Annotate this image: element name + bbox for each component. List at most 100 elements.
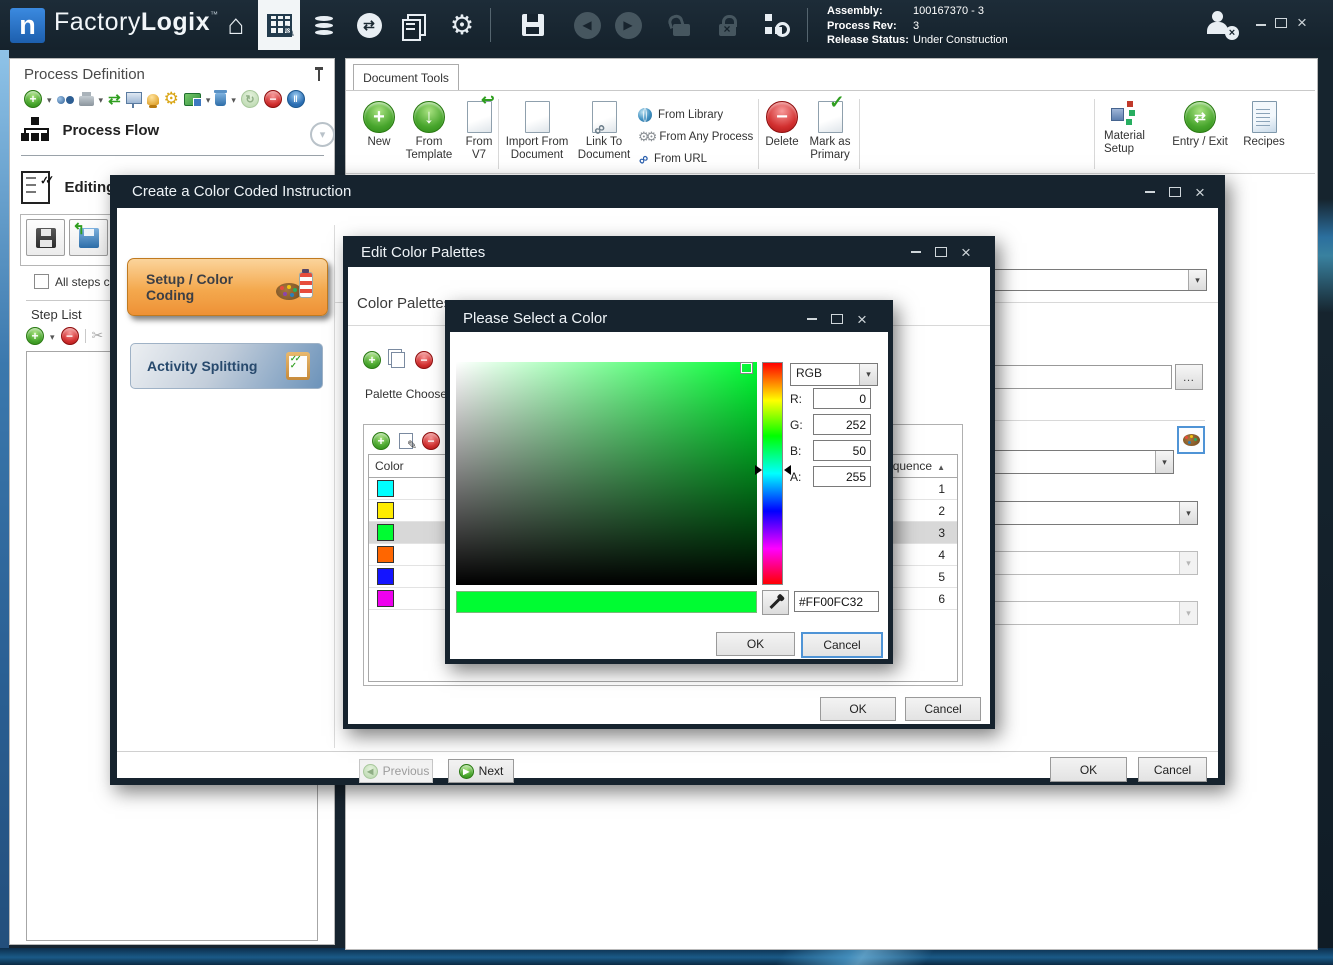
home-button[interactable] xyxy=(215,0,257,50)
ok-button[interactable]: OK xyxy=(1050,757,1127,782)
assembly-value: 100167370 - 3 xyxy=(913,4,1008,19)
circle-down-icon xyxy=(310,122,335,147)
presentation-icon[interactable] xyxy=(126,92,142,104)
reports-button[interactable] xyxy=(395,0,437,50)
pause-icon[interactable] xyxy=(287,90,305,108)
maximize-button[interactable] xyxy=(1166,184,1184,200)
copy-palette-button[interactable] xyxy=(391,352,405,368)
remove-color-button[interactable] xyxy=(422,432,440,450)
chevron-down-icon[interactable] xyxy=(231,90,236,108)
ok-button[interactable]: OK xyxy=(716,632,795,656)
unlock-button[interactable] xyxy=(660,0,702,50)
color-mode-combobox[interactable]: RGB xyxy=(790,363,878,386)
save-publish-button[interactable] xyxy=(69,219,108,256)
button-label: OK xyxy=(1080,763,1097,777)
save-step-button[interactable] xyxy=(26,219,65,256)
next-button[interactable]: ▶ Next xyxy=(448,759,514,783)
b-input[interactable] xyxy=(813,440,871,461)
eyedropper-button[interactable] xyxy=(762,590,789,615)
maximize-button[interactable] xyxy=(932,244,950,260)
forward-button[interactable] xyxy=(607,0,649,50)
sequence-value: 4 xyxy=(938,548,957,562)
chevron-down-icon xyxy=(1155,451,1173,473)
from-library-button[interactable]: From Library xyxy=(638,104,753,126)
close-button[interactable] xyxy=(853,311,871,327)
close-button[interactable] xyxy=(1191,184,1209,200)
data-import-button[interactable] xyxy=(303,0,345,50)
step-activity-splitting-button[interactable]: Activity Splitting xyxy=(130,343,323,389)
edit-palettes-button[interactable] xyxy=(1177,426,1205,454)
lock-button[interactable] xyxy=(706,0,748,50)
save-button[interactable] xyxy=(512,0,554,50)
reorder-icon[interactable] xyxy=(108,90,121,109)
ok-button[interactable]: OK xyxy=(820,697,896,721)
process-flow-section[interactable]: Process Flow xyxy=(21,117,159,144)
trash-icon[interactable] xyxy=(215,93,226,106)
settings-button[interactable] xyxy=(441,0,483,50)
alert-bell-icon[interactable] xyxy=(147,94,159,105)
minimize-button[interactable] xyxy=(1252,17,1270,33)
maximize-button[interactable] xyxy=(1272,15,1290,31)
edit-color-button[interactable] xyxy=(399,433,413,449)
editing-section[interactable]: Editing - xyxy=(21,171,124,204)
add-step-button[interactable] xyxy=(26,327,44,345)
browse-button[interactable]: … xyxy=(1175,364,1203,390)
chevron-down-icon[interactable] xyxy=(206,90,211,108)
minimize-button[interactable] xyxy=(803,311,821,327)
from-url-button[interactable]: From URL xyxy=(638,148,753,170)
hex-input[interactable] xyxy=(794,591,879,612)
pin-button[interactable] xyxy=(314,67,324,83)
chevron-down-icon[interactable] xyxy=(47,90,52,108)
from-v7-button[interactable]: From V7 xyxy=(459,101,499,171)
tab-document-tools[interactable]: Document Tools xyxy=(353,64,459,91)
chevron-down-icon[interactable] xyxy=(99,90,104,108)
material-setup-button[interactable]: Material Setup xyxy=(1104,101,1162,171)
import-from-document-button[interactable]: Import From Document xyxy=(503,101,571,171)
a-input[interactable] xyxy=(813,466,871,487)
link-to-document-button[interactable]: Link To Document xyxy=(573,101,635,171)
color-column-header[interactable]: Color xyxy=(375,459,404,473)
g-input[interactable] xyxy=(813,414,871,435)
saturation-value-area[interactable] xyxy=(456,362,757,585)
process-documents-button[interactable] xyxy=(258,0,300,50)
minimize-button[interactable] xyxy=(1141,184,1159,200)
mark-as-primary-button[interactable]: Mark as Primary xyxy=(804,101,856,171)
from-any-process-button[interactable]: From Any Process xyxy=(638,126,753,148)
cancel-button[interactable]: Cancel xyxy=(1138,757,1207,782)
find-icon[interactable] xyxy=(57,95,74,104)
hue-slider[interactable] xyxy=(762,362,783,585)
recipes-button[interactable]: Recipes xyxy=(1239,101,1289,171)
audit-trail-button[interactable] xyxy=(756,0,798,50)
maximize-button[interactable] xyxy=(828,311,846,327)
add-color-button[interactable] xyxy=(372,432,390,450)
media-icon[interactable] xyxy=(184,93,201,106)
checklist-icon xyxy=(21,171,50,204)
add-palette-button[interactable] xyxy=(363,351,381,369)
print-icon[interactable] xyxy=(79,96,94,106)
chevron-down-icon[interactable] xyxy=(50,327,55,345)
entry-exit-button[interactable]: Entry / Exit xyxy=(1169,101,1231,171)
collapse-button[interactable] xyxy=(310,122,335,147)
cancel-button[interactable]: Cancel xyxy=(905,697,981,721)
process-settings-icon[interactable] xyxy=(164,89,179,109)
sync-button[interactable] xyxy=(348,0,390,50)
add-process-button[interactable] xyxy=(24,90,42,108)
from-template-button[interactable]: From Template xyxy=(401,101,457,171)
remove-step-button[interactable] xyxy=(61,327,79,345)
delete-document-button[interactable]: Delete xyxy=(762,101,802,171)
new-document-button[interactable]: New xyxy=(359,101,399,171)
refresh-icon[interactable] xyxy=(241,90,259,108)
all-steps-checkbox[interactable] xyxy=(34,274,49,289)
remove-icon[interactable] xyxy=(264,90,282,108)
minimize-button[interactable] xyxy=(907,244,925,260)
flowchart-search-icon xyxy=(764,13,790,37)
r-input[interactable] xyxy=(813,388,871,409)
cut-icon[interactable] xyxy=(92,327,104,345)
back-button[interactable] xyxy=(566,0,608,50)
cancel-button[interactable]: Cancel xyxy=(801,632,883,658)
close-button[interactable] xyxy=(957,244,975,260)
delete-palette-button[interactable] xyxy=(415,351,433,369)
logout-button[interactable]: × xyxy=(1205,11,1235,37)
close-button[interactable] xyxy=(1293,14,1311,30)
step-setup-color-coding-button[interactable]: Setup / Color Coding xyxy=(127,258,328,316)
